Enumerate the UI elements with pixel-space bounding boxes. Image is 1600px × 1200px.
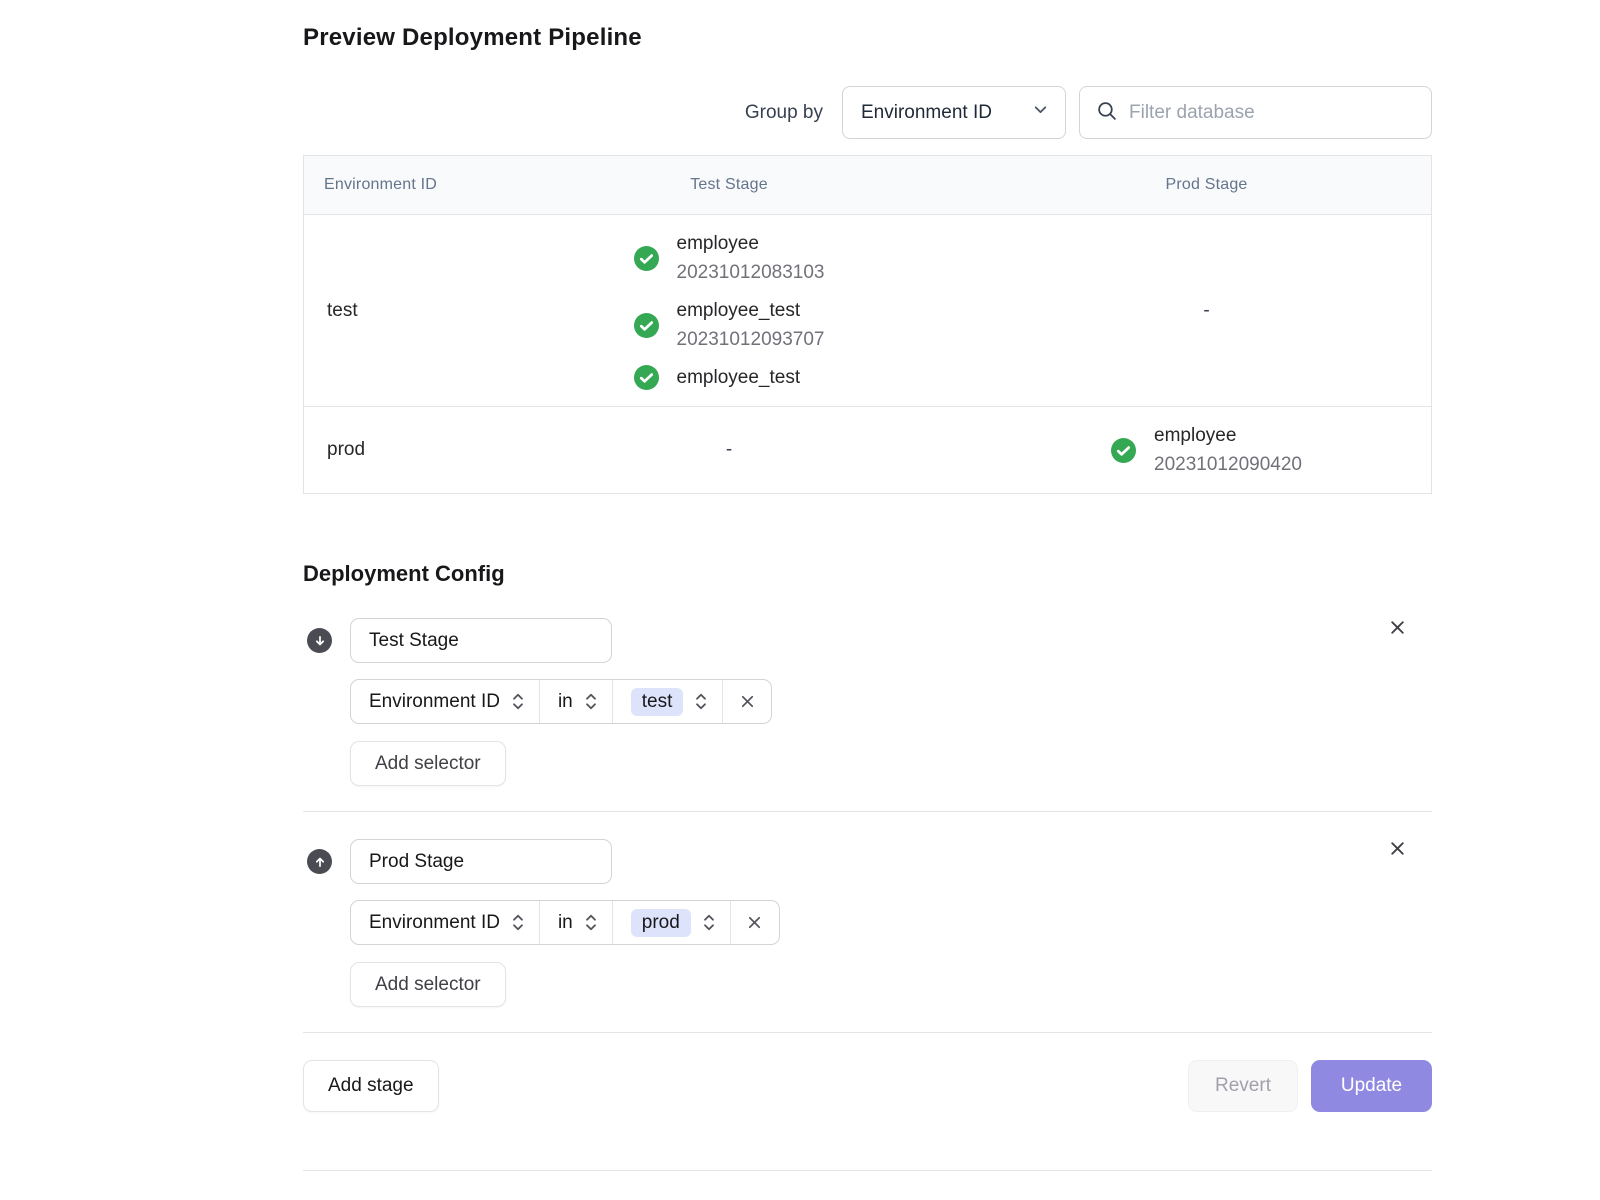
- empty-stage-dash: -: [726, 439, 732, 461]
- stage-config-prod: Environment ID in prod Add selector: [303, 839, 1432, 1007]
- close-icon: [745, 913, 764, 932]
- table-row-test: test employee 20231012083103 employee_te…: [304, 215, 1431, 407]
- table-header-row: Environment ID Test Stage Prod Stage: [304, 156, 1431, 215]
- database-version: 20231012093707: [677, 325, 825, 354]
- selector-value-select[interactable]: test: [612, 680, 723, 723]
- test-stage-cell: employee 20231012083103 employee_test 20…: [477, 215, 981, 406]
- updown-chevrons-icon: [702, 911, 716, 934]
- arrow-down-circle-icon: [307, 628, 332, 653]
- add-stage-button[interactable]: Add stage: [303, 1060, 439, 1112]
- add-selector-button[interactable]: Add selector: [350, 962, 506, 1007]
- selector-operator-value: in: [558, 912, 573, 934]
- test-stage-cell: -: [477, 407, 981, 493]
- database-name: employee_test: [677, 296, 825, 325]
- arrow-up-circle-icon: [307, 849, 332, 874]
- database-name: employee: [1154, 421, 1302, 450]
- selector-group: Environment ID in test: [350, 679, 772, 724]
- table-row-prod: prod - employee 20231012090420: [304, 407, 1431, 493]
- remove-selector-button[interactable]: [722, 680, 771, 723]
- pipeline-table: Environment ID Test Stage Prod Stage tes…: [303, 155, 1432, 494]
- database-item: employee_test: [634, 363, 801, 392]
- add-selector-button[interactable]: Add selector: [350, 741, 506, 786]
- selector-key-select[interactable]: Environment ID: [351, 901, 539, 944]
- stage-name-row: [303, 839, 1432, 884]
- column-header-test-stage: Test Stage: [477, 156, 981, 214]
- selector-operator-value: in: [558, 691, 573, 713]
- revert-button[interactable]: Revert: [1188, 1060, 1298, 1112]
- selector-row: Environment ID in prod: [350, 900, 1432, 945]
- prod-stage-cell: employee 20231012090420: [981, 407, 1432, 493]
- prod-stage-cell: -: [981, 215, 1432, 406]
- stage-name-row: [303, 618, 1432, 663]
- check-circle-icon: [634, 365, 659, 390]
- check-circle-icon: [634, 246, 659, 271]
- bottom-divider: [303, 1170, 1432, 1171]
- deployment-config-title: Deployment Config: [303, 561, 1432, 587]
- database-list: employee 20231012090420: [1111, 407, 1302, 493]
- close-icon: [1387, 617, 1408, 638]
- group-by-value: Environment ID: [861, 102, 992, 124]
- updown-chevrons-icon: [694, 690, 708, 713]
- database-text: employee 20231012083103: [677, 229, 825, 287]
- column-header-environment-id: Environment ID: [304, 156, 477, 214]
- database-list: employee 20231012083103 employee_test 20…: [634, 215, 825, 406]
- column-header-prod-stage: Prod Stage: [981, 156, 1432, 214]
- database-text: employee 20231012090420: [1154, 421, 1302, 479]
- selector-value-pill: test: [631, 688, 684, 716]
- database-name: employee: [677, 229, 825, 258]
- pipeline-toolbar: Group by Environment ID: [303, 86, 1432, 139]
- remove-selector-button[interactable]: [730, 901, 779, 944]
- search-icon: [1096, 100, 1117, 126]
- updown-chevrons-icon: [584, 911, 598, 934]
- selector-key-select[interactable]: Environment ID: [351, 680, 539, 723]
- close-icon: [738, 692, 757, 711]
- selector-group: Environment ID in prod: [350, 900, 780, 945]
- selector-operator-select[interactable]: in: [539, 680, 612, 723]
- footer-actions: Add stage Revert Update: [303, 1060, 1432, 1112]
- database-text: employee_test 20231012093707: [677, 296, 825, 354]
- update-button[interactable]: Update: [1311, 1060, 1432, 1112]
- footer-divider: [303, 1032, 1432, 1033]
- updown-chevrons-icon: [511, 911, 525, 934]
- database-name: employee_test: [677, 363, 801, 392]
- database-text: employee_test: [677, 363, 801, 392]
- selector-row: Environment ID in test: [350, 679, 1432, 724]
- filter-database-box: [1079, 86, 1432, 139]
- stage-name-input[interactable]: [350, 839, 612, 884]
- selector-key-value: Environment ID: [369, 912, 500, 934]
- close-icon: [1387, 838, 1408, 859]
- stage-divider: [303, 811, 1432, 812]
- footer-right-actions: Revert Update: [1188, 1060, 1432, 1112]
- selector-value-select[interactable]: prod: [612, 901, 730, 944]
- group-by-label: Group by: [745, 102, 823, 124]
- remove-stage-button[interactable]: [1383, 613, 1412, 645]
- filter-database-input[interactable]: [1129, 102, 1415, 124]
- selector-value-pill: prod: [631, 909, 691, 937]
- environment-id-cell: prod: [304, 407, 477, 493]
- page-content: Preview Deployment Pipeline Group by Env…: [303, 0, 1432, 1171]
- updown-chevrons-icon: [584, 690, 598, 713]
- empty-stage-dash: -: [1203, 300, 1209, 322]
- check-circle-icon: [1111, 438, 1136, 463]
- database-version: 20231012083103: [677, 258, 825, 287]
- check-circle-icon: [634, 313, 659, 338]
- stage-config-test: Environment ID in test Add selector: [303, 618, 1432, 786]
- chevron-down-icon: [1032, 101, 1049, 124]
- database-version: 20231012090420: [1154, 450, 1302, 479]
- selector-key-value: Environment ID: [369, 691, 500, 713]
- group-by-select[interactable]: Environment ID: [842, 86, 1066, 139]
- database-item: employee_test 20231012093707: [634, 296, 825, 354]
- environment-id-cell: test: [304, 215, 477, 406]
- database-item: employee 20231012090420: [1111, 421, 1302, 479]
- selector-operator-select[interactable]: in: [539, 901, 612, 944]
- database-item: employee 20231012083103: [634, 229, 825, 287]
- updown-chevrons-icon: [511, 690, 525, 713]
- page-title: Preview Deployment Pipeline: [303, 24, 1432, 52]
- remove-stage-button[interactable]: [1383, 834, 1412, 866]
- stage-name-input[interactable]: [350, 618, 612, 663]
